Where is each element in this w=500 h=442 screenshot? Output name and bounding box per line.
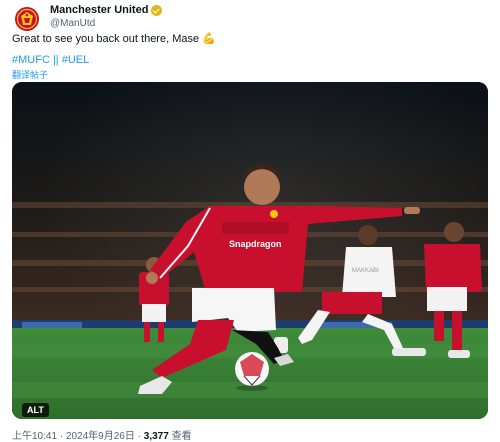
views-label: 查看	[171, 431, 192, 442]
hashtag-row: #MUFC || #UEL	[12, 54, 89, 66]
hashtag-uel[interactable]: #UEL	[62, 54, 90, 66]
author-name[interactable]: Manchester United	[50, 4, 148, 17]
verified-badge-icon	[151, 5, 163, 16]
tweet-time[interactable]: 上午10:41	[12, 431, 57, 442]
hashtag-mufc[interactable]: #MUFC	[12, 54, 50, 66]
man-utd-crest-icon	[12, 4, 42, 34]
sponsor-text: Snapdragon	[229, 239, 282, 249]
author-handle[interactable]: @ManUtd	[50, 17, 162, 30]
author-block: Manchester United @ManUtd	[50, 4, 163, 30]
match-photo: MAKKABI Snapdragon	[12, 82, 488, 419]
author-name-row[interactable]: Manchester United	[50, 4, 163, 17]
meta-separator: ·	[59, 431, 64, 442]
hashtag-separator: ||	[52, 54, 59, 66]
tweet-date[interactable]: 2024年9月26日	[66, 431, 135, 442]
tweet-card: Manchester United @ManUtd Great to see y…	[0, 0, 500, 442]
tweet-text: Great to see you back out there, Mase 💪	[12, 33, 216, 45]
opponent-kit-text: MAKKABI	[352, 268, 379, 274]
avatar[interactable]	[12, 4, 42, 34]
views-count: 3,377	[143, 431, 169, 442]
alt-badge[interactable]: ALT	[22, 403, 49, 417]
tweet-image[interactable]: MAKKABI Snapdragon	[12, 82, 488, 419]
meta-separator-2: ·	[137, 431, 141, 442]
translate-link[interactable]: 翻译帖子	[12, 68, 48, 81]
